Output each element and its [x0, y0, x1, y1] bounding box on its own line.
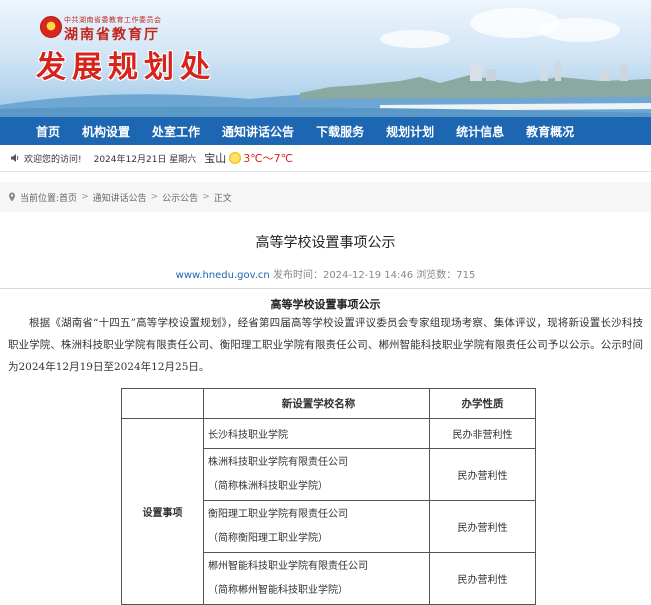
- article-body: 高等学校设置事项公示 根据《湖南省“十四五”高等学校设置规划》，经省第四届高等学…: [0, 296, 651, 378]
- breadcrumb-separator: >: [81, 192, 89, 202]
- breadcrumb-separator: >: [150, 192, 159, 202]
- nav-item-organization[interactable]: 机构设置: [82, 123, 130, 140]
- breadcrumb-label: 当前位置:: [20, 193, 60, 204]
- main-nav: 首页 机构设置 处室工作 通知讲话公告 下载服务 规划计划 统计信息 教育概况: [0, 117, 651, 145]
- breadcrumb-home[interactable]: 首页: [59, 191, 77, 204]
- table-header-nature: 办学性质: [429, 388, 536, 419]
- school-name: 郴州智能科技职业学院有限责任公司: [208, 560, 368, 572]
- current-date: 2024年12月21日 星期六: [93, 154, 197, 165]
- breadcrumb: 当前位置: 首页 > 通知讲话公告 > 公示公告 > 正文: [8, 191, 232, 204]
- national-emblem-icon: [40, 16, 62, 38]
- school-name-cell: 衡阳理工职业学院有限责任公司 （简称衡阳理工职业学院）: [203, 500, 430, 553]
- school-nature: 民办营利性: [429, 552, 536, 605]
- org-name: 湖南省教育厅: [64, 27, 160, 43]
- breadcrumb-announcements[interactable]: 公示公告: [162, 191, 198, 204]
- school-setup-table: 新设置学校名称 办学性质 设置事项 长沙科技职业学院 民办非营利性 株洲科技职业…: [121, 388, 536, 605]
- school-name-cell: 株洲科技职业学院有限责任公司 （简称株洲科技职业学院）: [203, 448, 430, 501]
- header-banner: 中共湖南省委教育工作委员会 湖南省教育厅 发展规划处: [0, 0, 651, 117]
- school-alias: （简称衡阳理工职业学院）: [208, 532, 328, 544]
- nav-item-downloads[interactable]: 下载服务: [316, 123, 364, 140]
- school-nature: 民办营利性: [429, 500, 536, 553]
- school-nature: 民办营利性: [429, 448, 536, 501]
- article-meta: www.hnedu.gov.cn 发布时间：2024-12-19 14:46 浏…: [0, 266, 651, 281]
- view-count: 浏览数：715: [416, 270, 476, 281]
- school-name-cell: 长沙科技职业学院: [203, 418, 430, 449]
- school-name: 长沙科技职业学院: [208, 430, 288, 441]
- info-bar: 欢迎您的访问! 2024年12月21日 星期六 宝山 3℃～7℃: [0, 145, 651, 172]
- article-subtitle: 高等学校设置事项公示: [270, 298, 381, 311]
- breadcrumb-notices[interactable]: 通知讲话公告: [93, 191, 147, 204]
- breadcrumb-current: 正文: [213, 193, 232, 204]
- school-nature: 民办非营利性: [429, 418, 536, 449]
- nav-item-notices[interactable]: 通知讲话公告: [222, 123, 294, 140]
- weather-city: 宝山: [204, 152, 227, 165]
- table-row-label: 设置事项: [121, 418, 204, 605]
- speaker-icon: [11, 154, 19, 162]
- sun-icon: [229, 152, 242, 164]
- table-header-school-name: 新设置学校名称: [203, 388, 430, 419]
- cloud-decoration: [380, 30, 450, 48]
- breadcrumb-bar: 当前位置: 首页 > 通知讲话公告 > 公示公告 > 正文: [0, 182, 651, 212]
- school-alias: （简称株洲科技职业学院）: [208, 480, 328, 492]
- cloud-decoration: [540, 18, 620, 42]
- divider: [0, 288, 651, 289]
- source-site-link[interactable]: www.hnedu.gov.cn: [176, 270, 270, 281]
- nav-item-office-work[interactable]: 处室工作: [152, 123, 200, 140]
- school-name: 衡阳理工职业学院有限责任公司: [208, 508, 348, 520]
- table-header-empty: [121, 388, 204, 419]
- school-alias: （简称郴州智能科技职业学院）: [208, 584, 348, 596]
- article-title: 高等学校设置事项公示: [255, 235, 396, 251]
- table-header-row: 新设置学校名称 办学性质: [121, 388, 536, 419]
- weather-temperature: 3℃～7℃: [243, 152, 293, 165]
- nav-item-planning[interactable]: 规划计划: [386, 123, 434, 140]
- site-logo-title[interactable]: 发展规划处: [36, 42, 216, 86]
- nav-item-statistics[interactable]: 统计信息: [456, 123, 504, 140]
- publish-time: 发布时间：2024-12-19 14:46: [272, 270, 414, 281]
- breadcrumb-separator: >: [202, 192, 210, 202]
- welcome-text: 欢迎您的访问!: [24, 154, 82, 165]
- location-pin-icon: [9, 192, 15, 202]
- nav-item-education-overview[interactable]: 教育概况: [526, 123, 574, 140]
- nav-item-home[interactable]: 首页: [36, 123, 60, 140]
- school-name: 株洲科技职业学院有限责任公司: [208, 456, 348, 468]
- school-name-cell: 郴州智能科技职业学院有限责任公司 （简称郴州智能科技职业学院）: [203, 552, 430, 605]
- article-paragraph: 根据《湖南省“十四五”高等学校设置规划》，经省第四届高等学校设置评议委员会专家组…: [8, 317, 643, 373]
- table-row: 设置事项 长沙科技职业学院 民办非营利性: [121, 418, 536, 605]
